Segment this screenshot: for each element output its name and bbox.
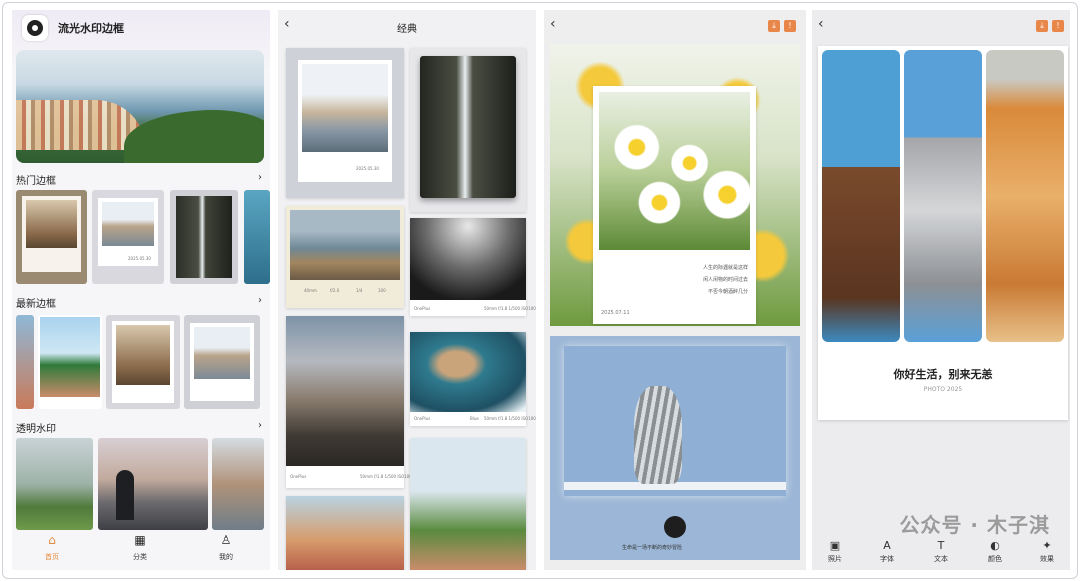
new-frame-thumb[interactable] — [184, 315, 260, 409]
section-more-hot[interactable]: › — [258, 172, 262, 183]
watermark-thumb[interactable] — [16, 438, 93, 530]
template-card[interactable] — [410, 438, 526, 570]
watermark-thumb[interactable] — [212, 438, 264, 530]
collage-card[interactable]: 你好生活，别来无恙 PHOTO 2025 — [818, 46, 1068, 420]
home-icon: ⌂ — [48, 533, 56, 547]
palette-icon: ◐ — [990, 539, 1000, 552]
classic-screen: ‹ 经典 2025.05.30 40mm f/2.0 1/4 100 OnePl… — [278, 10, 536, 570]
grid-icon: ▦ — [134, 533, 146, 547]
ginger-cat-photo — [986, 50, 1064, 342]
tab-mine[interactable]: ♙ 我的 — [196, 534, 256, 562]
font-icon: A — [883, 539, 891, 552]
save-icon[interactable]: ⤓ — [768, 20, 780, 32]
save-icon[interactable]: ⤓ — [1036, 20, 1048, 32]
watermark-thumb[interactable] — [98, 438, 208, 530]
photo-icon: ▣ — [829, 539, 841, 552]
section-title-hot: 热门边框 — [16, 176, 56, 187]
info-icon[interactable]: ! — [1052, 20, 1064, 32]
info-icon[interactable]: ! — [784, 20, 796, 32]
app-logo-icon — [22, 15, 48, 41]
tab-home[interactable]: ⌂ 首页 — [22, 534, 82, 562]
user-icon: ♙ — [220, 533, 232, 547]
template-card[interactable] — [286, 496, 404, 570]
back-chevron-icon[interactable]: ‹ — [818, 16, 824, 32]
template-card[interactable]: OnePlus Blue 50mm f/1.8 1/500 ISO100 — [410, 332, 536, 426]
tool-font[interactable]: A 字体 — [874, 540, 900, 564]
page-title: 经典 — [397, 24, 417, 35]
tool-photo[interactable]: ▣ 照片 — [822, 540, 848, 564]
section-more-transparent[interactable]: › — [258, 420, 262, 431]
photo-frame[interactable]: 人生的际遇就是这样 闲人闲物的时间过去 不否今朝酒醉几分 2025.07.11 — [593, 86, 756, 324]
hot-frame-thumb[interactable] — [170, 190, 238, 284]
template-card[interactable] — [410, 48, 526, 212]
cat-photo-frame[interactable]: 生命是一场不断的奇妙冒险 — [550, 336, 800, 560]
tool-effect[interactable]: ✦ 效果 — [1034, 540, 1060, 564]
subline-text[interactable]: PHOTO 2025 — [818, 386, 1068, 393]
section-title-new: 最新边框 — [16, 299, 56, 310]
tab-category[interactable]: ▦ 分类 — [110, 534, 170, 562]
tool-text[interactable]: T 文本 — [928, 540, 954, 564]
new-frame-thumb[interactable] — [38, 315, 102, 409]
editor-screen: ‹ ⤓ ! 人生的际遇就是这样 闲人闲物的时间过去 不否今朝酒醉几分 2025.… — [544, 10, 806, 570]
home-screen: 流光水印边框 热门边框 › 2025.05.30 最新边框 › 透明水印 › ⌂… — [12, 10, 270, 570]
template-card[interactable]: 2025.05.30 — [286, 48, 404, 198]
section-more-new[interactable]: › — [258, 295, 262, 306]
tool-color[interactable]: ◐ 颜色 — [982, 540, 1008, 564]
new-frame-thumb[interactable] — [16, 315, 34, 409]
template-card[interactable]: OnePlus 50mm f/1.8 1/500 ISO100 — [410, 218, 536, 316]
hot-frame-thumb[interactable] — [16, 190, 87, 284]
template-card[interactable]: OnePlus 50mm f/1.8 1/500 ISO100 — [286, 316, 412, 488]
logo-badge-icon — [664, 516, 686, 538]
hot-frame-thumb[interactable]: 2025.05.30 — [92, 190, 164, 284]
app-title: 流光水印边框 — [58, 22, 124, 35]
hero-banner[interactable] — [16, 50, 264, 163]
hot-frame-thumb[interactable] — [244, 190, 270, 284]
new-frame-thumb[interactable] — [106, 315, 180, 409]
dog-photo — [822, 50, 900, 342]
hero-hill — [124, 110, 264, 163]
back-chevron-icon[interactable]: ‹ — [550, 16, 556, 32]
watermark-text: 公众号 · 木子淇 — [899, 513, 1050, 537]
section-title-transparent: 透明水印 — [16, 424, 56, 435]
template-card[interactable]: 40mm f/2.0 1/4 100 — [286, 206, 404, 308]
headline-text[interactable]: 你好生活，别来无恙 — [818, 366, 1068, 382]
text-icon: T — [937, 539, 945, 552]
bottom-tab-bar: ⌂ 首页 ▦ 分类 ♙ 我的 — [12, 530, 270, 570]
cat-photo — [904, 50, 982, 342]
effect-icon: ✦ — [1042, 539, 1052, 552]
editor-text-screen: ‹ ⤓ ! 你好生活，别来无恙 PHOTO 2025 公众号 · 木子淇 ▣ 照… — [812, 10, 1070, 570]
